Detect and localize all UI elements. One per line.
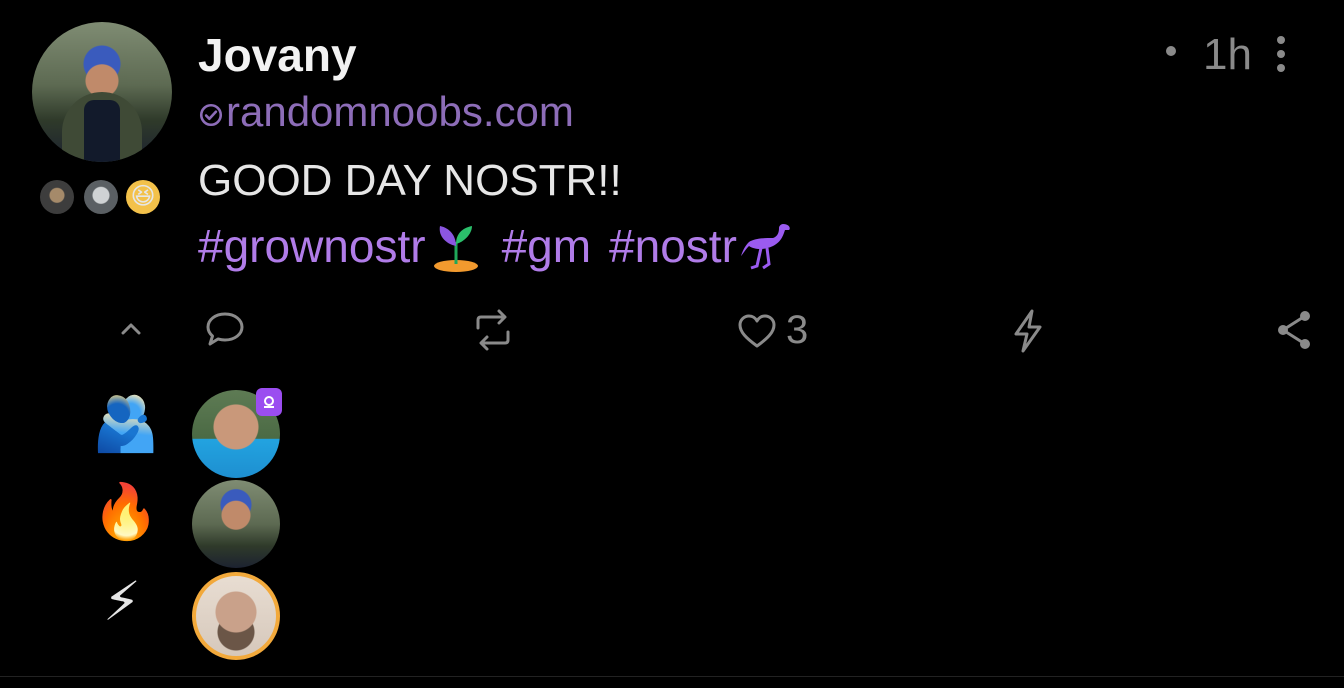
lightning-icon xyxy=(1014,309,1042,353)
nip05-domain: randomnoobs.com xyxy=(226,88,574,135)
repost-button[interactable] xyxy=(470,308,516,352)
reaction-row-fire: 🔥 xyxy=(0,480,400,568)
hashtag-text: #gm xyxy=(501,220,592,272)
heart-icon xyxy=(738,314,776,347)
hashtag-text: #grownostr xyxy=(198,220,426,272)
post-time: 1h xyxy=(1203,30,1252,79)
repost-icon xyxy=(476,309,510,351)
nip05-identifier[interactable]: randomnoobs.com xyxy=(198,88,574,136)
mini-avatar-1[interactable] xyxy=(40,180,74,214)
fire-emoji: 🔥 xyxy=(92,482,160,542)
reaction-row-hug: 🫂 xyxy=(0,390,400,478)
hashtag-grownostr[interactable]: #grownostr xyxy=(198,218,484,274)
reaction-row-zap: ⚡ xyxy=(0,570,400,660)
reactor-avatar[interactable] xyxy=(192,480,280,568)
zap-button[interactable] xyxy=(1010,308,1046,354)
reply-button[interactable] xyxy=(204,308,246,350)
hashtag-text: #nostr xyxy=(609,220,737,272)
time-separator-dot xyxy=(1166,46,1176,56)
share-button[interactable] xyxy=(1274,308,1314,352)
hashtag-gm[interactable]: #gm xyxy=(502,219,591,273)
location-pin-icon xyxy=(264,396,274,408)
hashtag-row: #grownostr #gm #nostr xyxy=(198,218,813,274)
reply-bubble-icon xyxy=(206,312,244,346)
hashtag-nostr[interactable]: #nostr xyxy=(609,218,795,274)
mini-avatar-3[interactable]: 😆 xyxy=(126,180,160,214)
chevron-up-icon[interactable] xyxy=(118,316,144,342)
author-name[interactable]: Jovany xyxy=(198,28,357,82)
share-icon xyxy=(1278,311,1310,349)
mini-avatar-2[interactable] xyxy=(84,180,118,214)
post-content: GOOD DAY NOSTR!! xyxy=(198,156,622,205)
seedling-icon xyxy=(433,226,478,272)
verified-check-icon xyxy=(199,103,223,127)
ostrich-icon xyxy=(740,224,790,270)
verified-badge xyxy=(256,388,282,416)
author-avatar[interactable] xyxy=(32,22,172,162)
like-button[interactable]: 3 xyxy=(736,308,808,353)
like-count: 3 xyxy=(786,308,809,352)
more-vertical-icon[interactable] xyxy=(1274,36,1288,72)
lightning-emoji: ⚡ xyxy=(103,572,141,632)
action-bar: 3 xyxy=(0,308,1344,358)
reactor-avatar[interactable] xyxy=(192,572,280,660)
people-hugging-emoji: 🫂 xyxy=(92,394,160,454)
avatar-shirt xyxy=(84,100,120,162)
divider xyxy=(0,676,1344,677)
